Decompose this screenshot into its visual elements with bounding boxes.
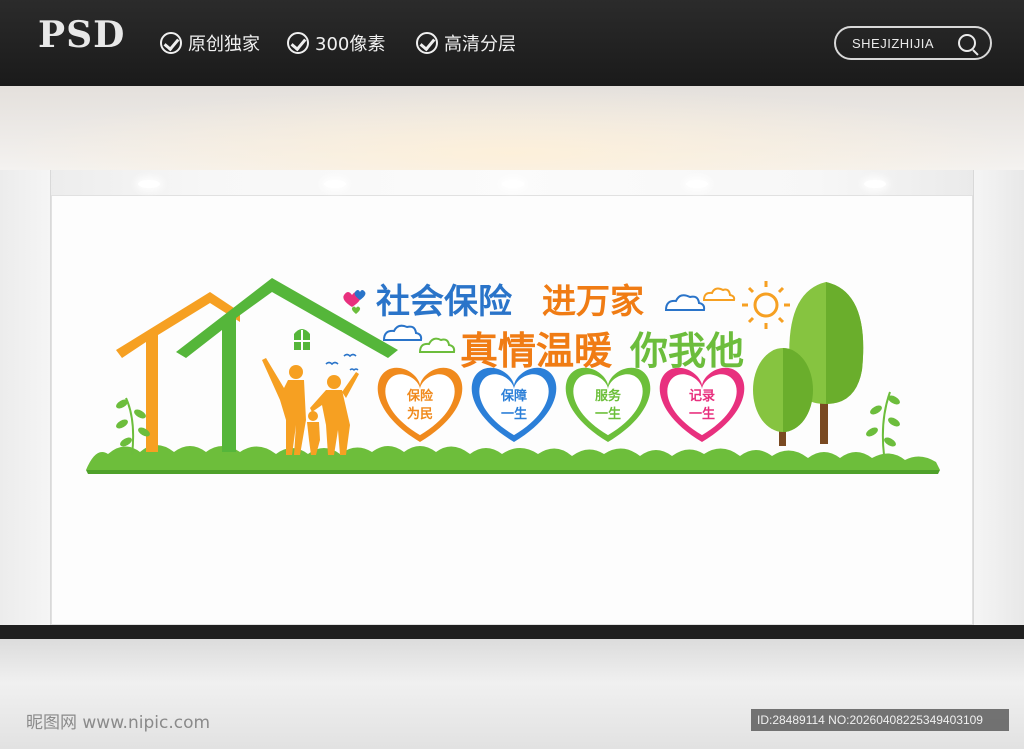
cloud-icon bbox=[702, 287, 736, 301]
leaf-sprig-icon bbox=[866, 391, 900, 456]
small-heart-icon bbox=[351, 306, 361, 314]
image-id-label: ID:28489114 NO:20260408225349403109 bbox=[751, 709, 1009, 731]
heart-badge: 记录一生 bbox=[659, 367, 745, 442]
heart-badge: 保障一生 bbox=[471, 367, 557, 442]
heart-inner bbox=[667, 374, 737, 436]
title-line1-b: 进万家 bbox=[542, 282, 644, 322]
title-line2-b: 你我他 bbox=[630, 329, 745, 373]
heart-label: 记录 bbox=[689, 389, 715, 404]
title-line1-a: 社会保险 bbox=[376, 282, 512, 322]
heart-label: 一生 bbox=[501, 406, 527, 422]
tree-icon bbox=[753, 348, 813, 446]
title-line2-a: 真情温暖 bbox=[460, 329, 613, 373]
heart-label: 为民 bbox=[407, 406, 433, 422]
bird-icon bbox=[325, 361, 339, 366]
cloud-icon bbox=[382, 324, 423, 341]
heart-label: 一生 bbox=[595, 406, 621, 422]
bird-icon bbox=[343, 353, 357, 358]
heart-badge: 服务一生 bbox=[565, 367, 651, 442]
sun-icon bbox=[742, 281, 790, 329]
grass-band bbox=[86, 445, 940, 470]
site-watermark: 昵图网 www.nipic.com bbox=[26, 713, 211, 733]
heart-inner bbox=[479, 374, 549, 436]
heart-label: 保险 bbox=[406, 388, 434, 404]
leaf-sprig-icon bbox=[116, 397, 150, 456]
orange-house-icon bbox=[116, 292, 240, 452]
heart-label: 保障 bbox=[500, 388, 527, 404]
bird-icon bbox=[349, 368, 359, 371]
heart-label: 服务 bbox=[595, 388, 622, 404]
heart-badge: 保险为民 bbox=[377, 367, 463, 442]
cloud-icon bbox=[418, 337, 456, 353]
heart-badges: 保险为民保障一生服务一生记录一生 bbox=[377, 367, 745, 442]
family-silhouette bbox=[262, 358, 359, 455]
cloud-icon bbox=[664, 294, 706, 311]
heart-inner bbox=[573, 374, 643, 436]
heart-inner bbox=[385, 374, 455, 436]
grass-shadow bbox=[86, 470, 940, 474]
heart-label: 一生 bbox=[689, 406, 715, 422]
